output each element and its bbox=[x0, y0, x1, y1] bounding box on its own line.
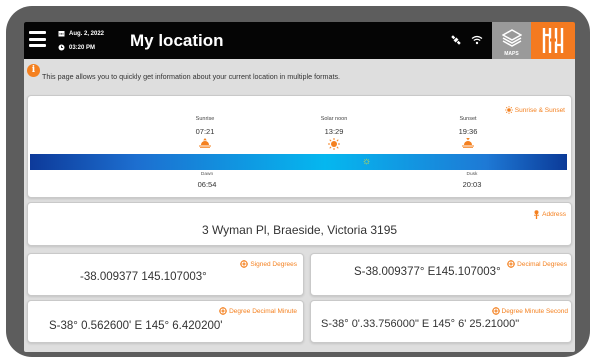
wifi-icon bbox=[471, 35, 483, 45]
degree-minute-second-label: Degree Minute Second bbox=[491, 307, 569, 315]
device-frame: Aug. 2, 2022 03:20 PM My location MAPS i… bbox=[0, 0, 596, 363]
sunset-icon bbox=[462, 138, 474, 148]
sunset-label: Sunset bbox=[459, 116, 477, 122]
decimal-degrees-card[interactable]: Decimal Degrees S-38.009377° E145.107003… bbox=[310, 253, 572, 296]
clock-icon bbox=[58, 44, 65, 51]
menu-icon[interactable] bbox=[29, 31, 46, 47]
signed-degrees-label-text: Signed Degrees bbox=[250, 260, 297, 268]
brand-logo-button[interactable] bbox=[531, 22, 575, 59]
address-card[interactable]: Address 3 Wyman Pl, Braeside, Victoria 3… bbox=[27, 202, 572, 246]
sunrise-label: Sunrise bbox=[195, 116, 215, 122]
signed-degrees-value: -38.009377 145.107003° bbox=[80, 271, 207, 283]
info-icon: i bbox=[27, 64, 40, 77]
info-text: This page allows you to quickly get info… bbox=[42, 72, 341, 81]
date-text: Aug. 2, 2022 bbox=[69, 30, 105, 37]
degree-minute-second-label-text: Degree Minute Second bbox=[501, 307, 569, 315]
calendar-icon bbox=[58, 31, 65, 37]
degree-minute-second-value: S-38° 0'.33.756000" E 145° 6' 25.21000" bbox=[321, 318, 520, 330]
maps-button[interactable]: MAPS bbox=[492, 22, 531, 59]
time-text: 03:20 PM bbox=[69, 44, 96, 51]
address-label-text: Address bbox=[542, 211, 566, 218]
sun-section-text: Sunrise & Sunset bbox=[514, 106, 565, 114]
degree-decimal-minute-card[interactable]: Degree Decimal Minute S-38° 0.562600' E … bbox=[27, 300, 304, 343]
maps-label: MAPS bbox=[504, 51, 519, 57]
solar-noon-label: Solar noon bbox=[320, 116, 348, 122]
dawn-block: Dawn 06:54 bbox=[177, 172, 237, 189]
sunrise-block: Sunrise 07:21 bbox=[175, 116, 235, 148]
address-label: Address bbox=[533, 210, 566, 219]
sunrise-sunset-card: Sunrise & Sunset Sunrise 07:21 Solar noo… bbox=[27, 95, 572, 198]
top-bar: Aug. 2, 2022 03:20 PM My location MAPS bbox=[24, 22, 575, 59]
decimal-degrees-label: Decimal Degrees bbox=[507, 260, 567, 268]
degree-decimal-minute-value: S-38° 0.562600' E 145° 6.420200' bbox=[49, 320, 223, 332]
dusk-time: 20:03 bbox=[462, 180, 482, 189]
decimal-degrees-value: S-38.009377° E145.107003° bbox=[354, 266, 501, 278]
satellite-icon bbox=[451, 35, 461, 45]
crosshair-icon bbox=[491, 307, 500, 315]
sunset-time: 19:36 bbox=[458, 127, 478, 136]
signed-degrees-card[interactable]: Signed Degrees -38.009377 145.107003° bbox=[27, 253, 304, 296]
address-value: 3 Wyman Pl, Braeside, Victoria 3195 bbox=[201, 223, 398, 237]
degree-decimal-minute-label-text: Degree Decimal Minute bbox=[229, 307, 297, 315]
solar-noon-time: 13:29 bbox=[324, 127, 344, 136]
time-display: 03:20 PM bbox=[58, 44, 95, 51]
crosshair-icon bbox=[507, 260, 516, 268]
sun-icon bbox=[504, 106, 513, 114]
degree-minute-second-card[interactable]: Degree Minute Second S-38° 0'.33.756000"… bbox=[310, 300, 572, 343]
daylight-bar: ☼ bbox=[30, 154, 567, 170]
dusk-block: Dusk 20:03 bbox=[442, 172, 502, 189]
solar-noon-icon bbox=[328, 138, 340, 150]
brand-logo-icon bbox=[542, 28, 564, 53]
map-pin-icon bbox=[534, 210, 540, 219]
map-layers-icon bbox=[502, 29, 522, 47]
sunset-block: Sunset 19:36 bbox=[438, 116, 498, 148]
sunrise-icon bbox=[199, 138, 211, 148]
date-display: Aug. 2, 2022 bbox=[58, 30, 104, 37]
decimal-degrees-label-text: Decimal Degrees bbox=[517, 260, 567, 268]
app-screen: Aug. 2, 2022 03:20 PM My location MAPS i… bbox=[24, 22, 575, 352]
crosshair-icon bbox=[240, 260, 249, 268]
solar-noon-block: Solar noon 13:29 bbox=[304, 116, 364, 150]
sunrise-time: 07:21 bbox=[195, 127, 215, 136]
dawn-time: 06:54 bbox=[197, 180, 217, 189]
degree-decimal-minute-label: Degree Decimal Minute bbox=[219, 307, 297, 315]
sun-section-label: Sunrise & Sunset bbox=[504, 106, 565, 114]
dusk-label: Dusk bbox=[466, 172, 478, 177]
signed-degrees-label: Signed Degrees bbox=[240, 260, 297, 268]
crosshair-icon bbox=[219, 307, 228, 315]
page-title: My location bbox=[130, 31, 224, 50]
current-sun-marker-icon: ☼ bbox=[362, 156, 372, 167]
dawn-label: Dawn bbox=[200, 172, 214, 177]
